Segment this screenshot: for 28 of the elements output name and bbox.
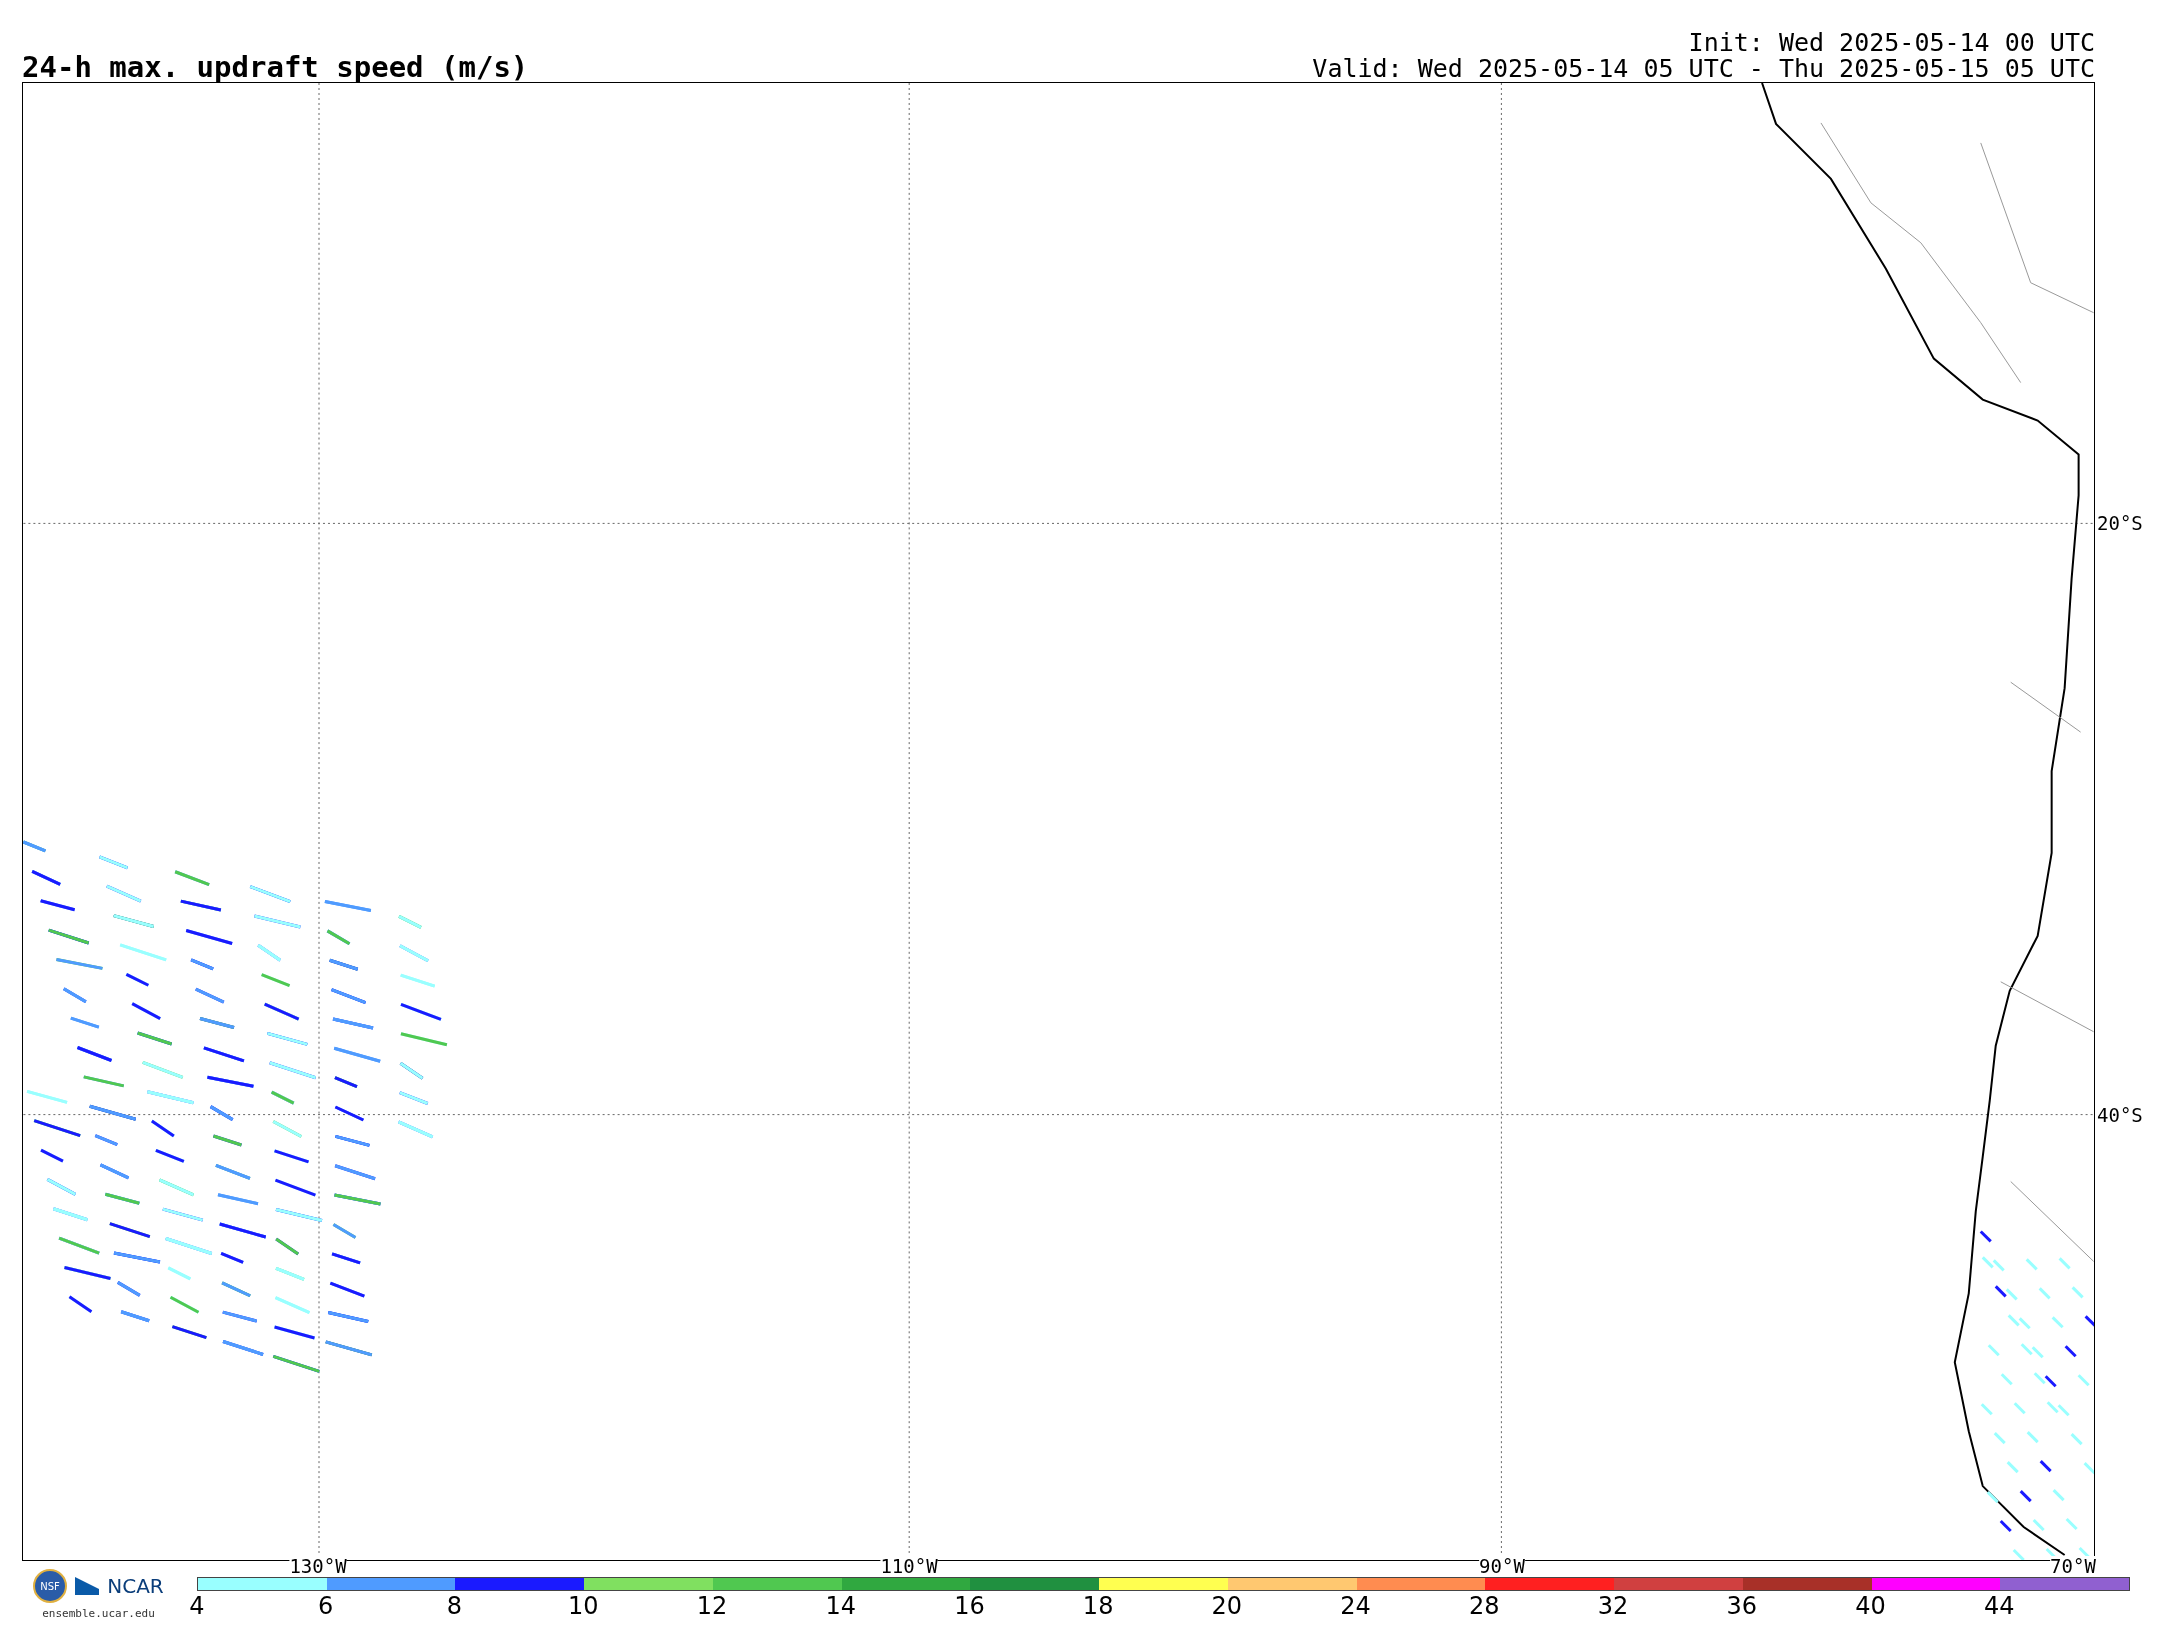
colorbar-tick-label: 6 [318,1592,334,1620]
longitude-label: 70°W [2050,1556,2096,1576]
site-url: ensemble.ucar.edu [42,1607,155,1620]
longitude-label: 130°W [289,1556,347,1576]
colorbar-tick-label: 18 [1082,1592,1114,1620]
colorbar-tick-label: 12 [696,1592,728,1620]
valid-time: Valid: Wed 2025-05-14 05 UTC - Thu 2025-05-15 05 UTC [1312,56,2095,82]
latitude-label: 20°S [2097,513,2143,533]
longitude-label: 110°W [880,1556,938,1576]
ncar-logo-icon [75,1577,100,1595]
colorbar-tick-label: 28 [1469,1592,1500,1620]
colorbar-tick-label: 40 [1855,1592,1886,1620]
latitude-label: 40°S [2097,1105,2143,1125]
colorbar-tick-label: 16 [954,1592,985,1620]
colorbar-tick-label: 14 [825,1592,856,1620]
colorbar-tick-label: 32 [1597,1592,1629,1620]
ncar-logo: NCAR [107,1574,164,1598]
plot-title: 24-h max. updraft speed (m/s) [22,52,529,82]
colorbar-tick-label: 4 [189,1592,205,1620]
nsf-logo: NSF [33,1569,68,1603]
colorbar-tick-label: 8 [446,1592,463,1620]
colorbar-tick-label: 20 [1211,1592,1243,1620]
longitude-label: 90°W [1479,1556,1525,1576]
colorbar-tick-label: 10 [567,1592,599,1620]
colorbar-tick-label: 24 [1340,1592,1371,1620]
init-time: Init: Wed 2025-05-14 00 UTC [1688,30,2095,56]
colorbar-tick-label: 44 [1984,1592,2015,1620]
colorbar-tick-label: 36 [1726,1592,1758,1620]
